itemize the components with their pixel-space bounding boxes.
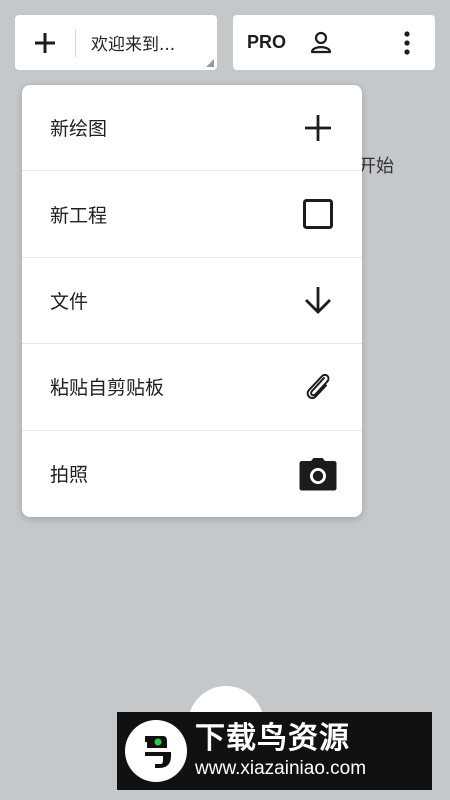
menu-item-file[interactable]: 文件 bbox=[22, 258, 362, 345]
menu-item-label: 新工程 bbox=[50, 204, 108, 227]
background-hint-text: 开始 bbox=[358, 156, 394, 177]
pro-badge[interactable]: PRO bbox=[247, 32, 286, 53]
watermark-text-group: 下载鸟资源 www.xiazainiao.com bbox=[195, 721, 366, 781]
plus-icon bbox=[298, 108, 338, 148]
arrow-down-icon bbox=[298, 280, 338, 320]
more-vertical-icon bbox=[404, 31, 410, 55]
watermark-url: www.xiazainiao.com bbox=[195, 758, 367, 779]
watermark-banner: 下载鸟资源 www.xiazainiao.com bbox=[117, 712, 432, 790]
user-icon bbox=[310, 31, 332, 54]
top-right-bar: PRO bbox=[233, 15, 435, 70]
corner-triangle-icon bbox=[206, 59, 214, 67]
add-button[interactable] bbox=[15, 15, 75, 70]
menu-item-new-project[interactable]: 新工程 bbox=[22, 171, 362, 258]
menu-item-label: 新绘图 bbox=[50, 118, 108, 141]
plus-icon bbox=[35, 32, 55, 53]
watermark-title: 下载鸟资源 bbox=[195, 721, 350, 756]
camera-icon bbox=[298, 454, 338, 494]
new-menu: 新绘图 新工程 文件 粘贴自剪贴板 拍照 bbox=[22, 85, 362, 517]
menu-item-label: 拍照 bbox=[50, 464, 89, 487]
bird-logo-icon bbox=[145, 736, 171, 768]
account-button[interactable] bbox=[309, 30, 333, 56]
menu-item-new-drawing[interactable]: 新绘图 bbox=[22, 85, 362, 172]
square-outline-icon bbox=[298, 194, 338, 234]
paperclip-icon bbox=[298, 367, 338, 407]
watermark-logo bbox=[125, 720, 187, 782]
welcome-title[interactable]: 欢迎来到... bbox=[76, 30, 175, 55]
top-left-bar: 欢迎来到... bbox=[15, 15, 217, 70]
menu-item-label: 文件 bbox=[50, 290, 89, 313]
menu-item-take-photo[interactable]: 拍照 bbox=[22, 431, 362, 517]
menu-item-label: 粘贴自剪贴板 bbox=[50, 377, 165, 400]
more-options-button[interactable] bbox=[393, 28, 421, 58]
menu-item-paste-clipboard[interactable]: 粘贴自剪贴板 bbox=[22, 344, 362, 431]
